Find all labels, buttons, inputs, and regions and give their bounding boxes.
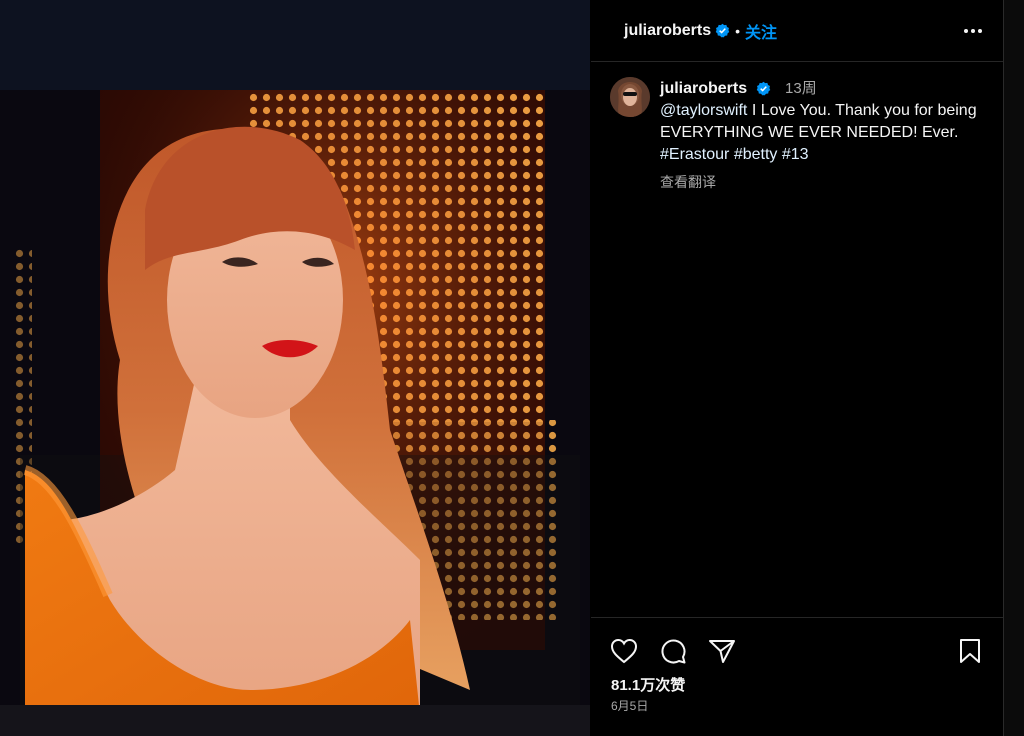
post-time-ago[interactable]: 13周 [785,80,817,97]
post-header: juliaroberts • 关注 [591,0,1003,62]
hashtag-link[interactable]: #13 [782,146,809,163]
post-image[interactable] [0,0,590,736]
page-scroll-edge [1003,0,1024,736]
see-translation-link[interactable]: 查看翻译 [660,172,983,192]
avatar[interactable] [610,77,650,117]
hashtag-link[interactable]: #betty [734,146,778,163]
caption-text: @taylorswift I Love You. Thank you for b… [660,100,983,166]
mention-link[interactable]: @taylorswift [660,102,747,119]
header-username[interactable]: juliaroberts [624,22,711,40]
like-count[interactable]: 81.1万次赞 [611,674,685,695]
comment-icon[interactable] [658,636,688,666]
header-separator: • [735,22,741,39]
follow-button[interactable]: 关注 [745,19,777,43]
post-details-panel: juliaroberts • 关注 juliaroberts 13周 @tayl… [591,0,1003,736]
hashtag-link[interactable]: #Erastour [660,146,729,163]
post-date[interactable]: 6月5日 [611,697,648,714]
heart-icon[interactable] [609,636,639,666]
post-actions: 81.1万次赞 6月5日 [591,617,1003,713]
bookmark-icon[interactable] [955,636,985,666]
more-options-icon[interactable] [961,19,985,43]
caption-username[interactable]: juliaroberts [660,80,747,97]
post-caption: juliaroberts 13周 @taylorswift I Love You… [610,77,983,192]
concert-photo [0,0,590,736]
paper-plane-icon[interactable] [707,636,737,666]
verified-badge-icon [756,82,770,96]
verified-badge-icon [715,23,730,38]
